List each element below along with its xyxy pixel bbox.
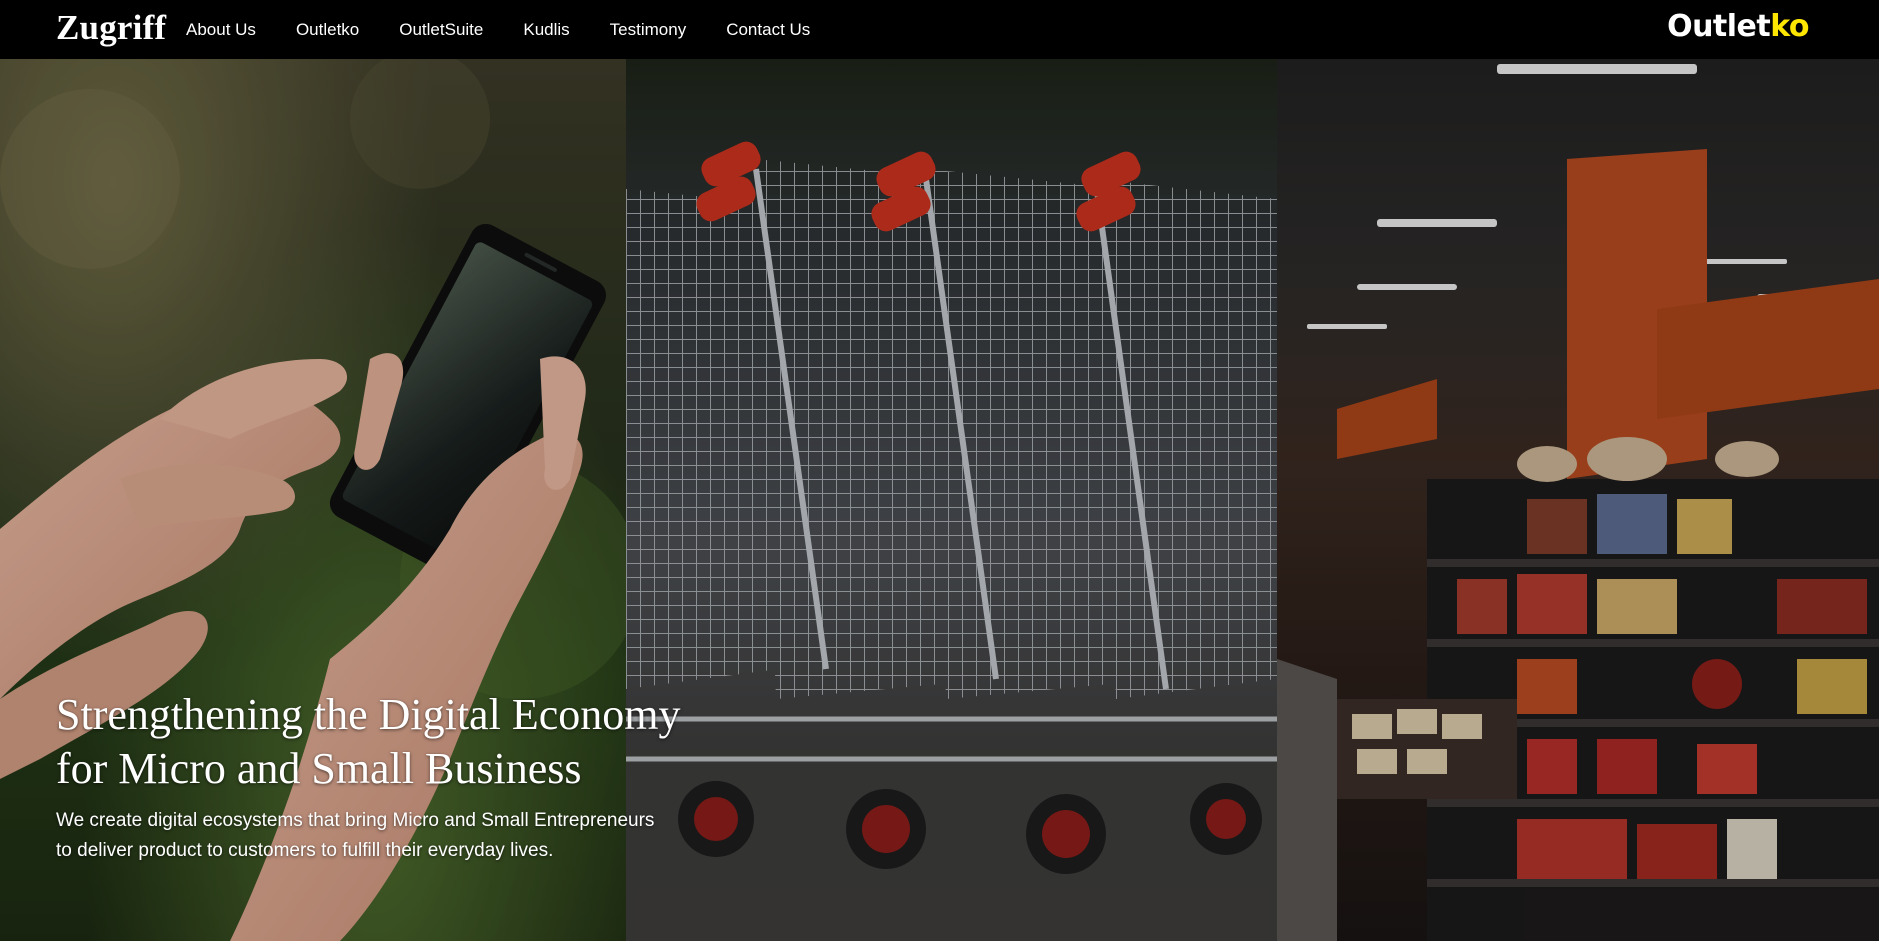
hero-title-line-1: Strengthening the Digital Economy (56, 690, 681, 739)
nav-link-testimony[interactable]: Testimony (610, 20, 687, 40)
nav-link-outletko[interactable]: Outletko (296, 20, 359, 40)
hero-title-line-2: for Micro and Small Business (56, 744, 582, 793)
brand-logo[interactable]: Zugriff (56, 8, 166, 48)
hero-subtitle: We create digital ecosystems that bring … (56, 806, 736, 866)
outletko-logo[interactable]: Outletko (1667, 9, 1809, 44)
hero-image-store (1277, 59, 1879, 941)
hero-image-overlay (1277, 59, 1879, 941)
hero-section: Strengthening the Digital Economy for Mi… (0, 59, 1879, 941)
nav-links: About Us Outletko OutletSuite Kudlis Tes… (186, 20, 850, 40)
hero-copy: Strengthening the Digital Economy for Mi… (56, 688, 756, 866)
hero-title: Strengthening the Digital Economy for Mi… (56, 688, 756, 796)
top-navbar: Zugriff About Us Outletko OutletSuite Ku… (0, 0, 1879, 59)
nav-link-kudlis[interactable]: Kudlis (523, 20, 569, 40)
outletko-logo-part1: Outlet (1667, 9, 1771, 44)
nav-link-about-us[interactable]: About Us (186, 20, 256, 40)
nav-link-contact-us[interactable]: Contact Us (726, 20, 810, 40)
hero-subtitle-line-2: to deliver product to customers to fulfi… (56, 840, 554, 861)
outletko-logo-part2: ko (1770, 9, 1809, 44)
nav-link-outletsuite[interactable]: OutletSuite (399, 20, 483, 40)
hero-subtitle-line-1: We create digital ecosystems that bring … (56, 810, 655, 831)
